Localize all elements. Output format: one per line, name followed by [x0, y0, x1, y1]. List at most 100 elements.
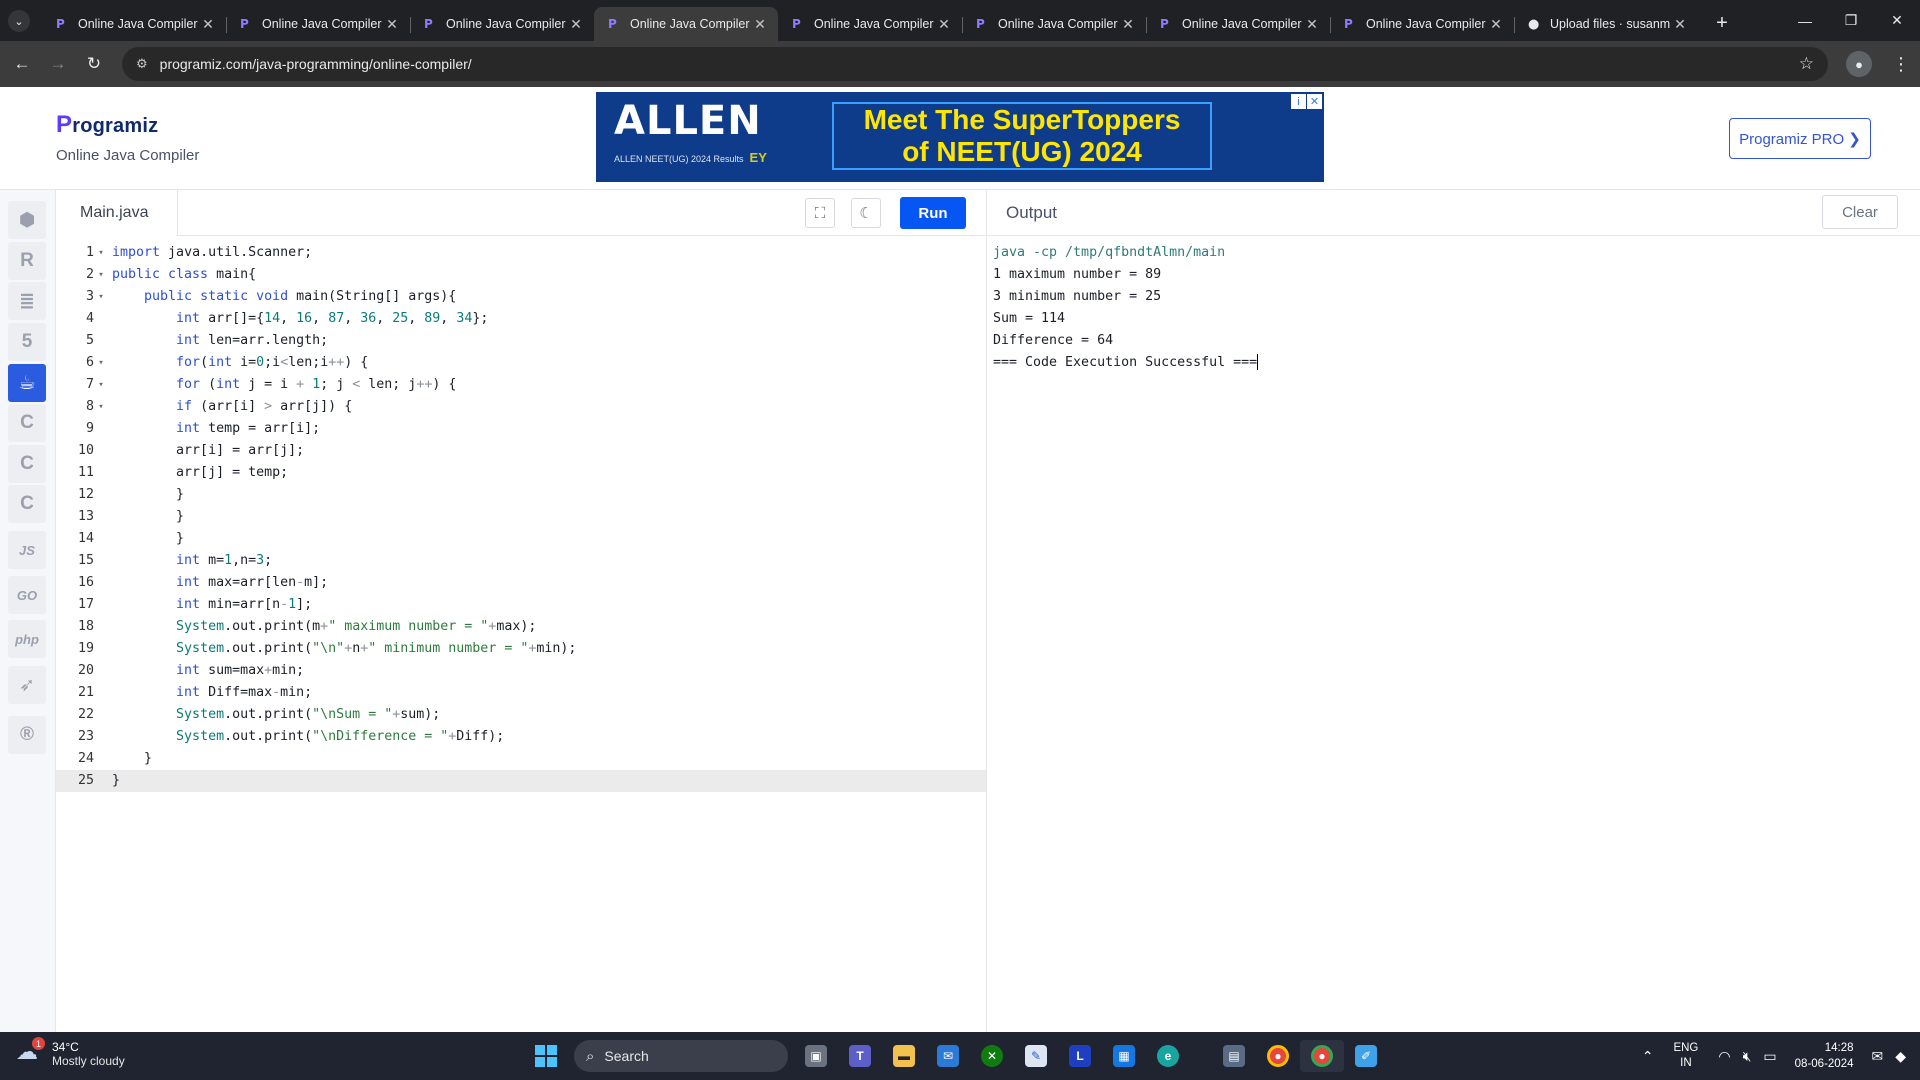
- weather-widget[interactable]: ☁ 1 34°C Mostly cloudy: [16, 1037, 125, 1069]
- tab-title: Upload files · susanm: [1550, 17, 1671, 31]
- browser-tab[interactable]: P Online Java Compiler ✕: [1146, 7, 1330, 41]
- browser-tab[interactable]: P Online Java Compiler ✕: [778, 7, 962, 41]
- forward-button[interactable]: →: [40, 54, 76, 74]
- cpp-icon[interactable]: C: [8, 445, 46, 483]
- language-indicator[interactable]: ENG IN: [1673, 1041, 1698, 1071]
- taskbar-apps: ⌕ Search ▣ T ▬ ✉ ✕ ✎ L ▦ e ▤ ● ● ✐: [524, 1040, 1388, 1072]
- weather-condition: Mostly cloudy: [52, 1054, 125, 1068]
- go-icon[interactable]: GO: [8, 576, 46, 614]
- browser-tab[interactable]: ● Upload files · susanm ✕: [1514, 7, 1698, 41]
- edge-icon[interactable]: e: [1146, 1040, 1190, 1072]
- file-explorer-icon[interactable]: ▬: [882, 1040, 926, 1072]
- start-windows-icon[interactable]: [524, 1040, 568, 1072]
- code-area[interactable]: 1 ▾ import java.util.Scanner; 2 ▾ public cla…: [56, 236, 986, 792]
- bookmark-star-icon[interactable]: ☆: [1799, 54, 1814, 74]
- dark-mode-moon-icon[interactable]: ☾: [851, 198, 881, 228]
- browser-tab[interactable]: P Online Java Compiler ✕: [226, 7, 410, 41]
- file-tab-main-java[interactable]: Main.java: [56, 190, 178, 236]
- output-line: 3 minimum number = 25: [993, 289, 1162, 304]
- browser-tab[interactable]: P Online Java Compiler ✕: [962, 7, 1146, 41]
- photos-icon[interactable]: ▤: [1212, 1040, 1256, 1072]
- ad-info-icon[interactable]: i: [1291, 94, 1306, 109]
- programiz-logo[interactable]: Programiz: [56, 111, 158, 139]
- sql-database-icon[interactable]: ≣: [8, 282, 46, 320]
- show-hidden-icons-icon[interactable]: ⌃: [1642, 1048, 1654, 1065]
- tab-title: Online Java Compiler: [262, 17, 382, 31]
- ad-close-icon[interactable]: ✕: [1307, 94, 1322, 109]
- close-tab-icon[interactable]: ✕: [1304, 16, 1320, 33]
- chrome-icon[interactable]: ●: [1256, 1040, 1300, 1072]
- advertisement-banner[interactable]: ALLEN ALLEN NEET(UG) 2024 Results EY Meet…: [596, 92, 1324, 182]
- browser-tab[interactable]: P Online Java Compiler ✕: [410, 7, 594, 41]
- output-line: 1 maximum number = 89: [993, 267, 1162, 282]
- store-icon[interactable]: ▦: [1102, 1040, 1146, 1072]
- programiz-favicon-icon: P: [1160, 17, 1169, 31]
- teams-icon[interactable]: T: [838, 1040, 882, 1072]
- mail-icon[interactable]: ✉: [926, 1040, 970, 1072]
- tab-title: Online Java Compiler: [446, 17, 566, 31]
- close-tab-icon[interactable]: ✕: [1488, 16, 1504, 33]
- ad-tagline-line1: Meet The SuperToppers: [863, 104, 1181, 135]
- browser-menu-icon[interactable]: ⋮: [1892, 54, 1910, 75]
- windows-taskbar: ☁ 1 34°C Mostly cloudy ⌕ Search ▣ T ▬ ✉ ✕ …: [0, 1032, 1920, 1080]
- site-info-icon[interactable]: ⚙: [136, 56, 148, 72]
- r-icon[interactable]: R: [8, 242, 46, 280]
- programiz-favicon-icon: P: [240, 17, 249, 31]
- java-icon[interactable]: ☕: [8, 364, 46, 402]
- battery-icon[interactable]: ▭: [1763, 1048, 1776, 1065]
- restore-button[interactable]: ❐: [1828, 12, 1874, 29]
- csharp-icon[interactable]: C: [8, 485, 46, 523]
- tab-search-button[interactable]: ⌄: [8, 10, 30, 32]
- programiz-favicon-icon: P: [1344, 17, 1353, 31]
- logo-text: rogramiz: [72, 115, 159, 137]
- l-app-icon[interactable]: L: [1058, 1040, 1102, 1072]
- wifi-icon[interactable]: ◠: [1718, 1048, 1730, 1065]
- programiz-pro-button[interactable]: Programiz PRO ❯: [1729, 118, 1871, 159]
- javascript-icon[interactable]: JS: [8, 531, 46, 569]
- c-icon[interactable]: C: [8, 404, 46, 442]
- minimize-button[interactable]: —: [1782, 13, 1828, 29]
- profile-avatar-icon[interactable]: ●: [1846, 51, 1872, 77]
- close-tab-icon[interactable]: ✕: [200, 16, 216, 33]
- close-tab-icon[interactable]: ✕: [1120, 16, 1136, 33]
- xbox-icon[interactable]: ✕: [970, 1040, 1014, 1072]
- system-tray: ⌃ ENG IN ◠ 🔇︎ ▭ 14:28 08-06-2024 ✉ ◆: [1636, 1032, 1920, 1080]
- swift-icon[interactable]: ➶: [8, 666, 46, 704]
- copilot-icon[interactable]: ◆: [1895, 1048, 1906, 1065]
- output-title: Output: [1006, 203, 1058, 222]
- close-window-button[interactable]: ✕: [1874, 12, 1920, 29]
- volume-muted-icon[interactable]: 🔇︎: [1743, 1048, 1752, 1065]
- browser-tab[interactable]: P Online Java Compiler ✕: [1330, 7, 1514, 41]
- html-icon[interactable]: 5: [8, 323, 46, 361]
- back-button[interactable]: ←: [4, 54, 40, 74]
- taskbar-search[interactable]: ⌕ Search: [574, 1040, 788, 1072]
- reload-button[interactable]: ↻: [76, 54, 112, 74]
- close-tab-icon[interactable]: ✕: [384, 16, 400, 33]
- fullscreen-icon[interactable]: ⛶: [805, 198, 835, 228]
- close-tab-icon[interactable]: ✕: [936, 16, 952, 33]
- omnibox[interactable]: ⚙ programiz.com/java-programming/online-…: [122, 47, 1828, 81]
- clock-time: 14:28: [1824, 1042, 1854, 1054]
- php-icon[interactable]: php: [8, 620, 46, 658]
- python-icon[interactable]: ⬢: [8, 201, 46, 239]
- close-tab-icon[interactable]: ✕: [568, 16, 584, 33]
- clock[interactable]: 14:28 08-06-2024: [1795, 1040, 1854, 1072]
- task-view-icon[interactable]: ▣: [794, 1040, 838, 1072]
- rust-icon[interactable]: ®: [8, 716, 46, 754]
- chrome-active-icon[interactable]: ●: [1300, 1040, 1344, 1072]
- browser-tab[interactable]: P Online Java Compiler ✕: [594, 7, 778, 41]
- output-line: Sum = 114: [993, 311, 1066, 326]
- notepad-icon[interactable]: ✎: [1014, 1040, 1058, 1072]
- paint-icon[interactable]: ✐: [1344, 1040, 1388, 1072]
- new-tab-button[interactable]: +: [1708, 12, 1736, 35]
- close-tab-icon[interactable]: ✕: [752, 16, 768, 33]
- browser-tab[interactable]: P Online Java Compiler ✕: [42, 7, 226, 41]
- clear-button[interactable]: Clear: [1822, 195, 1898, 229]
- notifications-icon[interactable]: ✉: [1871, 1048, 1883, 1065]
- close-tab-icon[interactable]: ✕: [1672, 16, 1688, 33]
- output-console[interactable]: java -cp /tmp/qfbndtAlmn/main 1 maximum …: [988, 236, 1920, 374]
- ad-partner-logo: EY: [749, 150, 767, 165]
- region-code: IN: [1680, 1057, 1692, 1069]
- run-button[interactable]: Run: [900, 197, 966, 229]
- url-text[interactable]: programiz.com/java-programming/online-co…: [160, 56, 1799, 72]
